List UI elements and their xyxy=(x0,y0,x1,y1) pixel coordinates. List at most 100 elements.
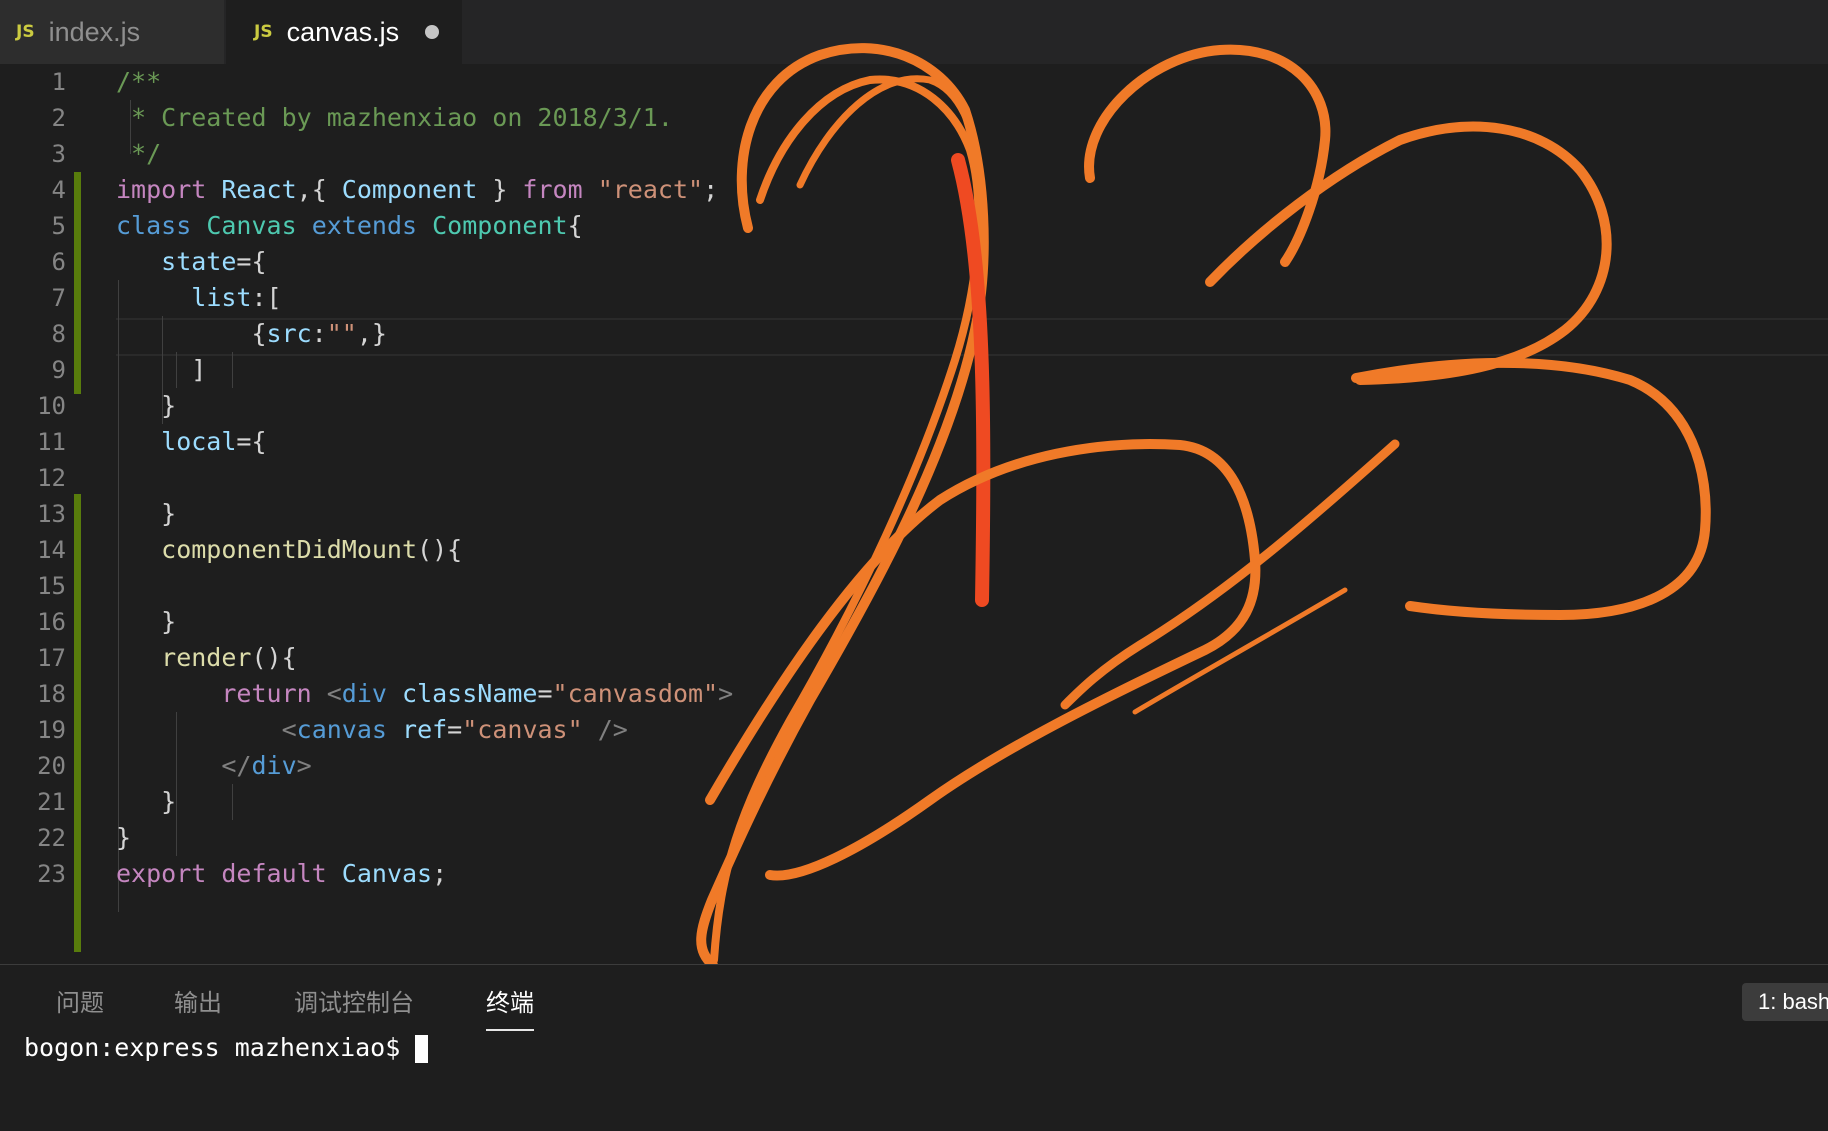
code-token: "canvasdom" xyxy=(552,679,719,708)
code-token: return xyxy=(221,679,312,708)
code-token: "" xyxy=(326,319,357,348)
code-line[interactable]: } xyxy=(116,784,176,820)
code-line[interactable]: } xyxy=(116,388,176,424)
code-line[interactable]: } xyxy=(116,496,176,532)
terminal-cursor xyxy=(415,1035,429,1063)
bottom-panel: 问题 输出 调试控制台 终端 1: bash bogon:express maz… xyxy=(0,964,1828,1131)
code-token: ; xyxy=(703,175,719,204)
code-editor[interactable]: 1 /** 2 * Created by mazhenxiao on 2018/3/… xyxy=(0,64,1828,964)
code-line[interactable]: */ xyxy=(116,136,161,172)
code-token: < xyxy=(326,679,342,708)
code-token: ={ xyxy=(236,247,267,276)
panel-tab-debug-console[interactable]: 调试控制台 xyxy=(294,983,414,1018)
code-token: { xyxy=(116,319,267,348)
terminal-select-dropdown[interactable]: 1: bash xyxy=(1742,983,1828,1021)
code-token: ] xyxy=(116,355,207,384)
code-token: } xyxy=(116,499,177,528)
editor-tab-bar: JS index.js JS canvas.js xyxy=(0,0,1828,64)
code-line[interactable]: state={ xyxy=(116,244,267,280)
code-token: Component xyxy=(432,211,568,240)
git-change-bar xyxy=(74,494,81,952)
code-token: ,} xyxy=(356,319,387,348)
code-token: render xyxy=(161,643,252,672)
line-number: 16 xyxy=(37,608,66,636)
code-token: class xyxy=(116,211,192,240)
code-token: local xyxy=(161,427,237,456)
tab-index-js[interactable]: JS index.js xyxy=(0,0,224,64)
code-token: ; xyxy=(432,859,448,888)
tab-label: canvas.js xyxy=(286,16,400,47)
line-number: 7 xyxy=(51,284,66,312)
code-line[interactable]: <canvas ref="canvas" /> xyxy=(116,712,628,748)
code-token: div xyxy=(341,679,387,708)
code-token: } xyxy=(477,175,523,204)
code-line[interactable]: componentDidMount(){ xyxy=(116,532,462,568)
git-change-bar xyxy=(74,172,81,394)
panel-tab-problems[interactable]: 问题 xyxy=(56,983,104,1018)
code-token: /** xyxy=(116,67,162,96)
code-token: React xyxy=(221,175,297,204)
line-number: 2 xyxy=(51,104,66,132)
code-line[interactable]: import React,{ Component } from "react"; xyxy=(116,172,718,208)
code-token: } xyxy=(116,787,177,816)
line-number: 4 xyxy=(51,176,66,204)
line-number: 12 xyxy=(37,464,66,492)
code-token: ,{ xyxy=(296,175,342,204)
code-line[interactable]: local={ xyxy=(116,424,266,460)
line-number: 18 xyxy=(37,680,66,708)
code-line[interactable]: /** xyxy=(116,64,161,100)
terminal-prompt: bogon:express mazhenxiao$ xyxy=(24,1033,401,1062)
javascript-file-icon: JS xyxy=(16,22,35,42)
code-line[interactable]: ] xyxy=(116,352,206,388)
code-token: :[ xyxy=(251,283,282,312)
code-line[interactable]: {src:"",} xyxy=(116,316,387,352)
code-line[interactable]: </div> xyxy=(116,748,312,784)
code-line[interactable]: } xyxy=(116,604,176,640)
code-line[interactable]: class Canvas extends Component{ xyxy=(116,208,583,244)
code-token: > xyxy=(296,751,312,780)
panel-tab-output[interactable]: 输出 xyxy=(174,983,222,1018)
code-line[interactable]: * Created by mazhenxiao on 2018/3/1. xyxy=(116,100,673,136)
line-number: 15 xyxy=(37,572,66,600)
code-token: < xyxy=(281,715,297,744)
code-token: className xyxy=(402,679,538,708)
line-number: 3 xyxy=(51,140,66,168)
line-number: 9 xyxy=(51,356,66,384)
code-token: = xyxy=(447,715,463,744)
code-line[interactable]: return <div className="canvasdom"> xyxy=(116,676,733,712)
code-token: default xyxy=(221,859,327,888)
code-line[interactable]: } xyxy=(116,820,131,856)
unsaved-dot-icon[interactable] xyxy=(425,25,440,39)
code-token: list xyxy=(191,283,252,312)
terminal-output[interactable]: bogon:express mazhenxiao$ xyxy=(24,1033,429,1063)
tab-canvas-js[interactable]: JS canvas.js xyxy=(226,0,462,64)
line-number: 10 xyxy=(37,392,66,420)
code-token: export xyxy=(116,859,207,888)
code-line[interactable]: render(){ xyxy=(116,640,296,676)
code-token: : xyxy=(311,319,327,348)
panel-tab-terminal[interactable]: 终端 xyxy=(486,983,534,1018)
code-line[interactable]: list:[ xyxy=(116,280,282,316)
line-number: 11 xyxy=(37,428,66,456)
code-token: = xyxy=(537,679,553,708)
javascript-file-icon: JS xyxy=(254,22,273,42)
line-number: 20 xyxy=(37,752,66,780)
code-token: </ xyxy=(221,751,252,780)
code-line[interactable]: export default Canvas; xyxy=(116,856,447,892)
line-number: 22 xyxy=(37,824,66,852)
code-token: > xyxy=(718,679,734,708)
